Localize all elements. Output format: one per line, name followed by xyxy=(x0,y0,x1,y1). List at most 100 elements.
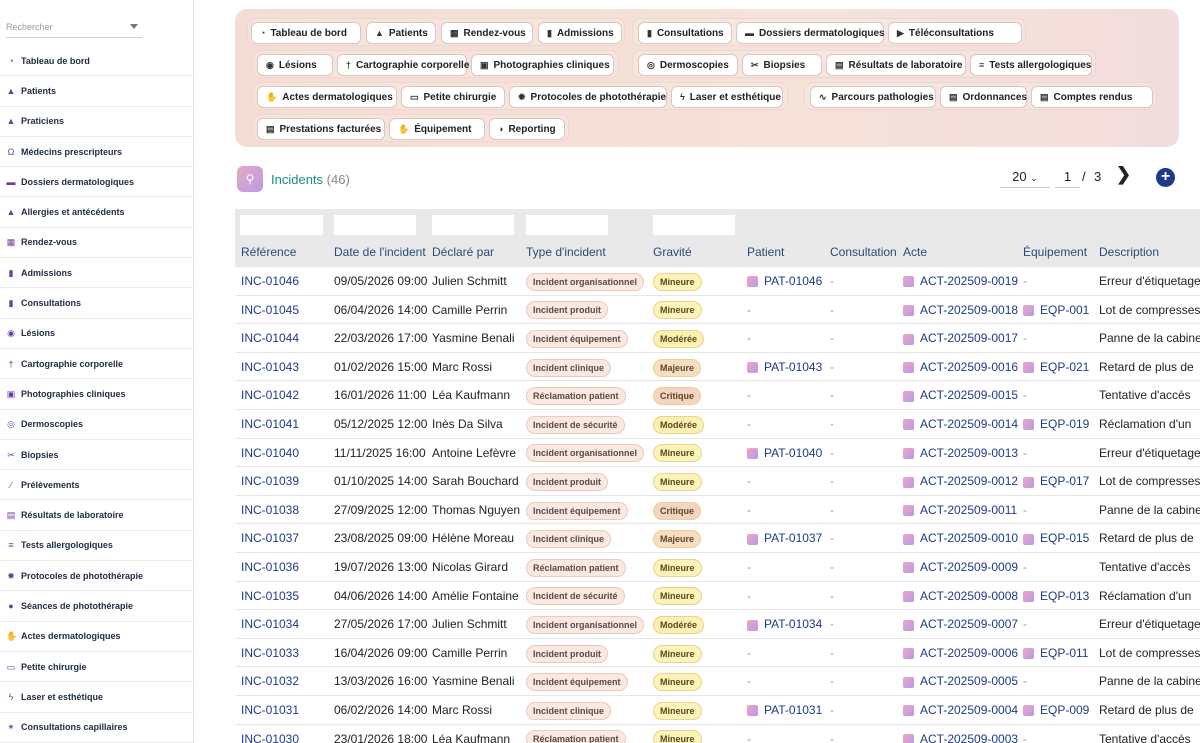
top-menu-button[interactable]: ✋ Équipement xyxy=(389,118,485,140)
table-row[interactable]: INC-01040 11/11/2025 16:00 Antoine Lefèvre… xyxy=(235,439,1200,468)
incident-reference-link[interactable]: INC-01036 xyxy=(241,553,299,582)
patient-link[interactable]: PAT-01040 xyxy=(747,439,822,468)
top-menu-button[interactable]: ✹ Protocoles de photothérapie xyxy=(509,86,667,108)
sidebar-item[interactable]: ▮ Admissions xyxy=(0,258,193,289)
acte-link[interactable]: ACT-202509-0009 xyxy=(903,553,1018,582)
table-row[interactable]: INC-01045 06/04/2026 14:00 Camille Perrin I… xyxy=(235,296,1200,325)
incident-reference-link[interactable]: INC-01044 xyxy=(241,324,299,353)
patient-link[interactable]: PAT-01037 xyxy=(747,524,822,553)
top-menu-button[interactable]: ▭ Petite chirurgie xyxy=(401,86,505,108)
table-row[interactable]: INC-01033 16/04/2026 09:00 Camille Perrin I… xyxy=(235,639,1200,668)
chevron-right-icon[interactable]: ❯ xyxy=(1116,164,1131,185)
table-row[interactable]: INC-01035 04/06/2026 14:00 Amélie Fontaine… xyxy=(235,582,1200,611)
top-menu-button[interactable]: ▬ Dossiers dermatologiques xyxy=(736,22,885,44)
page-size-select[interactable]: 20 ⌄ xyxy=(1000,168,1050,188)
top-menu-button[interactable]: ▤ Ordonnances xyxy=(940,86,1027,108)
acte-link[interactable]: ACT-202509-0011 xyxy=(903,496,1017,525)
acte-link[interactable]: ACT-202509-0004 xyxy=(903,696,1018,725)
equipment-link[interactable]: EQP-021 xyxy=(1023,353,1089,382)
equipment-link[interactable]: EQP-009 xyxy=(1023,696,1089,725)
column-header[interactable]: Date de l'incident xyxy=(334,245,426,259)
acte-link[interactable]: ACT-202509-0010 xyxy=(903,524,1018,553)
sidebar-item[interactable]: ▤ Résultats de laboratoire xyxy=(0,500,193,531)
column-filter-input[interactable] xyxy=(432,215,514,235)
acte-link[interactable]: ACT-202509-0017 xyxy=(903,324,1018,353)
sidebar-item[interactable]: ▭ Petite chirurgie xyxy=(0,652,193,683)
table-row[interactable]: INC-01043 01/02/2026 15:00 Marc Rossi Incid… xyxy=(235,353,1200,382)
sidebar-item[interactable]: ● Séances de photothérapie xyxy=(0,591,193,622)
sidebar-item[interactable]: ▮ Consultations xyxy=(0,288,193,319)
column-filter-input[interactable] xyxy=(334,215,416,235)
top-menu-button[interactable]: ▮ Consultations xyxy=(638,22,732,44)
acte-link[interactable]: ACT-202509-0019 xyxy=(903,267,1018,296)
column-header[interactable]: Référence xyxy=(241,245,296,259)
top-menu-button[interactable]: ✋ Actes dermatologiques xyxy=(257,86,397,108)
sidebar-item[interactable]: ϟ Laser et esthétique xyxy=(0,682,193,713)
column-filter-input[interactable] xyxy=(526,215,608,235)
equipment-link[interactable]: EQP-011 xyxy=(1023,639,1088,668)
acte-link[interactable]: ACT-202509-0014 xyxy=(903,410,1018,439)
sidebar-item[interactable]: ◎ Dermoscopies xyxy=(0,410,193,440)
column-filter-input[interactable] xyxy=(240,215,323,235)
equipment-link[interactable]: EQP-001 xyxy=(1023,296,1089,325)
acte-link[interactable]: ACT-202509-0005 xyxy=(903,667,1018,696)
table-row[interactable]: INC-01042 16/01/2026 11:00 Léa Kaufmann Réc… xyxy=(235,381,1200,410)
top-menu-button[interactable]: ▮ Admissions xyxy=(538,22,622,44)
sidebar-item[interactable]: ∕ Prélèvements xyxy=(0,470,193,501)
top-menu-button[interactable]: † Cartographie corporelle xyxy=(337,54,469,76)
incident-reference-link[interactable]: INC-01043 xyxy=(241,353,299,382)
incident-reference-link[interactable]: INC-01046 xyxy=(241,267,299,296)
patient-link[interactable]: PAT-01046 xyxy=(747,267,822,296)
top-menu-button[interactable]: ▤ Comptes rendus xyxy=(1031,86,1153,108)
sidebar-item[interactable]: ✹ Protocoles de photothérapie xyxy=(0,561,193,592)
column-header[interactable]: Consultation xyxy=(830,245,897,259)
table-row[interactable]: INC-01041 05/12/2025 12:00 Inès Da Silva In… xyxy=(235,410,1200,439)
table-row[interactable]: INC-01037 23/08/2025 09:00 Hélène Moreau In… xyxy=(235,524,1200,553)
page-number-input[interactable]: 1 xyxy=(1055,168,1080,188)
table-row[interactable]: INC-01039 01/10/2025 14:00 Sarah Bouchard I… xyxy=(235,467,1200,496)
acte-link[interactable]: ACT-202509-0006 xyxy=(903,639,1018,668)
acte-link[interactable]: ACT-202509-0007 xyxy=(903,610,1018,639)
column-header[interactable]: Déclaré par xyxy=(432,245,494,259)
sidebar-item[interactable]: ▦ Rendez-vous xyxy=(0,228,193,259)
top-menu-button[interactable]: ◔ Tableau de bord xyxy=(251,22,361,44)
incident-reference-link[interactable]: INC-01040 xyxy=(241,439,299,468)
incident-reference-link[interactable]: INC-01030 xyxy=(241,725,299,743)
incident-reference-link[interactable]: INC-01034 xyxy=(241,610,299,639)
sidebar-item[interactable]: ◔ Tableau de bord xyxy=(0,46,193,77)
incident-reference-link[interactable]: INC-01031 xyxy=(241,696,299,725)
sidebar-item[interactable]: ▲ Patients xyxy=(0,76,193,107)
top-menu-button[interactable]: ▤ Résultats de laboratoire xyxy=(826,54,966,76)
column-header[interactable]: Description xyxy=(1099,245,1159,259)
top-menu-button[interactable]: ▣ Photographies cliniques xyxy=(471,54,614,76)
top-menu-button[interactable]: ▶ Téléconsultations xyxy=(888,22,1022,44)
top-menu-button[interactable]: ϟ Laser et esthétique xyxy=(671,86,783,108)
table-row[interactable]: INC-01044 22/03/2026 17:00 Yasmine Benali I… xyxy=(235,324,1200,353)
patient-link[interactable]: PAT-01031 xyxy=(747,696,822,725)
incident-reference-link[interactable]: INC-01035 xyxy=(241,582,299,611)
incident-reference-link[interactable]: INC-01042 xyxy=(241,381,299,410)
sidebar-item[interactable]: ✂ Biopsies xyxy=(0,440,193,471)
table-row[interactable]: INC-01038 27/09/2025 12:00 Thomas Nguyen In… xyxy=(235,496,1200,525)
table-row[interactable]: INC-01046 09/05/2026 09:00 Julien Schmitt I… xyxy=(235,267,1200,296)
incident-reference-link[interactable]: INC-01045 xyxy=(241,296,299,325)
sidebar-item[interactable]: ▣ Photographies cliniques xyxy=(0,379,193,410)
incident-reference-link[interactable]: INC-01037 xyxy=(241,524,299,553)
acte-link[interactable]: ACT-202509-0013 xyxy=(903,439,1018,468)
table-row[interactable]: INC-01032 13/03/2026 16:00 Yasmine Benali I… xyxy=(235,667,1200,696)
acte-link[interactable]: ACT-202509-0003 xyxy=(903,725,1018,743)
column-header[interactable]: Équipement xyxy=(1023,245,1087,259)
top-menu-button[interactable]: ▤ Prestations facturées xyxy=(257,118,385,140)
top-menu-button[interactable]: ◉ Lésions xyxy=(257,54,333,76)
top-menu-button[interactable]: ∿ Parcours pathologies xyxy=(810,86,936,108)
top-menu-button[interactable]: ≡ Tests allergologiques xyxy=(970,54,1092,76)
table-row[interactable]: INC-01031 06/02/2026 14:00 Marc Rossi Incid… xyxy=(235,696,1200,725)
sidebar-search-select[interactable]: Rechercher xyxy=(6,16,142,38)
top-menu-button[interactable]: ▦ Rendez-vous xyxy=(441,22,533,44)
incident-reference-link[interactable]: INC-01041 xyxy=(241,410,299,439)
column-header[interactable]: Acte xyxy=(903,245,927,259)
top-menu-button[interactable]: ✂ Biopsies xyxy=(742,54,822,76)
table-row[interactable]: INC-01030 23/01/2026 18:00 Léa Kaufmann Réc… xyxy=(235,725,1200,743)
sidebar-item[interactable]: ✴ Consultations capillaires xyxy=(0,713,193,743)
equipment-link[interactable]: EQP-019 xyxy=(1023,410,1089,439)
